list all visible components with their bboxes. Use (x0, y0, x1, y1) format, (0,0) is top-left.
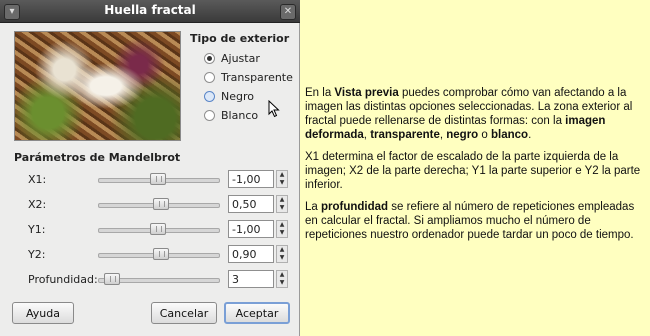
y2-spinbutton[interactable]: 0,90 (228, 245, 274, 263)
radio-icon[interactable] (204, 72, 215, 83)
param-label: Y1: (28, 223, 46, 236)
param-x2: X2: 0,50 ▲ ▼ (28, 195, 290, 215)
radio-label: Transparente (221, 71, 293, 84)
bold-negro: negro (446, 129, 479, 141)
param-x1: X1: -1,00 ▲ ▼ (28, 170, 290, 190)
x1-spinbutton[interactable]: -1,00 (228, 170, 274, 188)
radio-transparente[interactable]: Transparente (204, 71, 293, 85)
radio-ajustar[interactable]: Ajustar (204, 52, 260, 66)
param-label: Profundidad: (28, 273, 98, 286)
param-label: Y2: (28, 248, 46, 261)
param-depth: Profundidad: 3 ▲ ▼ (28, 270, 290, 290)
slider-thumb-icon[interactable] (104, 273, 120, 285)
param-y1: Y1: -1,00 ▲ ▼ (28, 220, 290, 240)
spin-arrows-icon[interactable]: ▲ ▼ (276, 170, 288, 188)
radio-icon[interactable] (204, 110, 215, 121)
param-label: X2: (28, 198, 47, 211)
x2-slider[interactable] (98, 198, 220, 210)
slider-thumb-icon[interactable] (153, 198, 169, 210)
radio-label: Negro (221, 90, 254, 103)
help-button[interactable]: Ayuda (12, 302, 74, 324)
explanation-paragraph-depth: La profundidad se refiere al número de r… (305, 200, 647, 242)
ok-button[interactable]: Aceptar (224, 302, 290, 324)
fractal-preview (14, 31, 181, 141)
fractal-trace-dialog: ▾ Huella fractal ✕ Tipo de exterior Ajus… (0, 0, 300, 336)
spin-arrows-icon[interactable]: ▲ ▼ (276, 195, 288, 213)
mouse-pointer-icon (268, 100, 280, 118)
text-span: En la (305, 87, 335, 99)
cancel-button[interactable]: Cancelar (151, 302, 217, 324)
explanation-paragraph-preview: En la Vista previa puedes comprobar cómo… (305, 86, 647, 142)
radio-label: Blanco (221, 109, 259, 122)
y2-slider[interactable] (98, 248, 220, 260)
y1-spinbutton[interactable]: -1,00 (228, 220, 274, 238)
close-icon[interactable]: ✕ (280, 4, 296, 20)
exterior-type-heading: Tipo de exterior (190, 32, 290, 45)
spin-arrows-icon[interactable]: ▲ ▼ (276, 245, 288, 263)
radio-blanco[interactable]: Blanco (204, 109, 258, 123)
param-label: X1: (28, 173, 47, 186)
bold-blanco: blanco (491, 129, 529, 141)
x1-slider[interactable] (98, 173, 220, 185)
text-span: o (478, 129, 491, 141)
text-span: La (305, 201, 321, 213)
mandelbrot-params-heading: Parámetros de Mandelbrot (14, 151, 181, 164)
dialog-title: Huella fractal (104, 3, 196, 17)
radio-label: Ajustar (221, 52, 260, 65)
radio-icon[interactable] (204, 53, 215, 64)
depth-slider[interactable] (98, 273, 220, 285)
text-span: . (528, 129, 532, 141)
slider-thumb-icon[interactable] (150, 223, 166, 235)
spin-arrows-icon[interactable]: ▲ ▼ (276, 220, 288, 238)
bold-vista-previa: Vista previa (334, 87, 399, 99)
slider-thumb-icon[interactable] (150, 173, 166, 185)
bold-profundidad: profundidad (321, 201, 389, 213)
slider-thumb-icon[interactable] (153, 248, 169, 260)
explanation-text: En la Vista previa puedes comprobar cómo… (305, 86, 647, 250)
radio-negro[interactable]: Negro (204, 90, 254, 104)
x2-spinbutton[interactable]: 0,50 (228, 195, 274, 213)
explanation-paragraph-params: X1 determina el factor de escalado de la… (305, 151, 641, 191)
title-bar: ▾ Huella fractal ✕ (0, 0, 300, 23)
y1-slider[interactable] (98, 223, 220, 235)
depth-spinbutton[interactable]: 3 (228, 270, 274, 288)
radio-icon[interactable] (204, 91, 215, 102)
bold-transparente: transparente (370, 129, 440, 141)
spin-arrows-icon[interactable]: ▲ ▼ (276, 270, 288, 288)
param-y2: Y2: 0,90 ▲ ▼ (28, 245, 290, 265)
